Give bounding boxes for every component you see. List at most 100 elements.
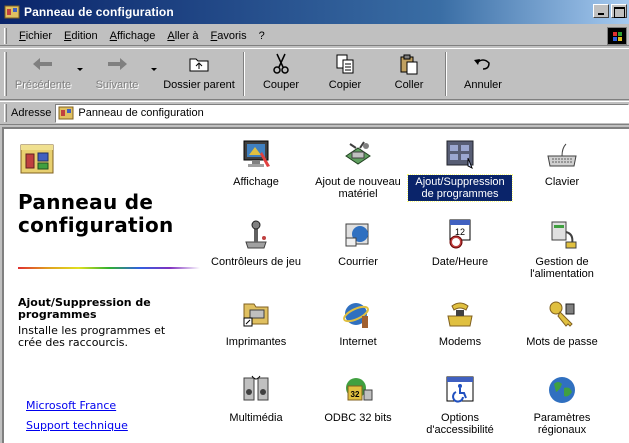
item-clavier[interactable]: Clavier (510, 137, 614, 189)
item-imprimantes[interactable]: Imprimantes (204, 297, 308, 349)
parent-folder-button[interactable]: Dossier parent (159, 49, 239, 97)
toolbar-separator (243, 52, 245, 96)
back-arrow-icon (31, 53, 55, 75)
address-field[interactable]: Panneau de configuration (55, 103, 629, 123)
svg-text:12: 12 (455, 227, 465, 237)
toolbar: Précédente Suivante Dossier parent Coupe… (0, 48, 629, 100)
windows-logo-icon (607, 27, 627, 45)
undo-button[interactable]: Annuler (451, 49, 515, 97)
control-panel-icon (58, 106, 74, 120)
paste-icon (397, 53, 421, 75)
item-label: Paramètres régionaux (533, 412, 591, 436)
multimedia-icon (239, 373, 273, 407)
item-alimentation[interactable]: Gestion de l'alimentation (510, 217, 614, 281)
accessibility-icon (443, 373, 477, 407)
items-grid: Affichage Ajout de nouveau matériel Ajou… (204, 129, 629, 443)
menu-grip[interactable] (4, 27, 7, 44)
regional-settings-icon (545, 373, 579, 407)
item-accessibilite[interactable]: Options d'accessibilité (408, 373, 512, 437)
link-support-technique[interactable]: Support technique (26, 419, 128, 432)
item-label: Affichage (233, 176, 279, 188)
printers-icon (239, 297, 273, 331)
content-area: Panneau de configuration Ajout/Suppressi… (2, 127, 629, 443)
keyboard-icon (545, 137, 579, 171)
address-grip[interactable] (4, 104, 7, 122)
forward-dropdown[interactable] (149, 49, 159, 97)
address-label: Adresse (11, 107, 52, 119)
forward-button[interactable]: Suivante (85, 49, 149, 97)
cut-button[interactable]: Couper (249, 49, 313, 97)
item-parametres-regionaux[interactable]: Paramètres régionaux (510, 373, 614, 437)
item-label: Modems (438, 336, 482, 348)
control-panel-icon (20, 144, 54, 174)
paste-button[interactable]: Coller (377, 49, 441, 97)
undo-icon (471, 53, 495, 75)
menu-fichier[interactable]: Fichier (13, 30, 58, 42)
item-label: Clavier (544, 176, 580, 188)
item-label: ODBC 32 bits (324, 412, 392, 424)
address-value: Panneau de configuration (78, 107, 204, 119)
item-odbc[interactable]: 32 ODBC 32 bits (306, 373, 410, 425)
svg-text:32: 32 (351, 390, 360, 399)
item-date-heure[interactable]: 12 Date/Heure (408, 217, 512, 269)
copy-icon (333, 53, 357, 75)
item-label: Contrôleurs de jeu (211, 256, 301, 268)
power-management-icon (545, 217, 579, 251)
modem-icon (443, 297, 477, 331)
menu-bar: Fichier Edition Affichage Aller à Favori… (0, 26, 629, 46)
window-title: Panneau de configuration (24, 5, 174, 19)
selected-item-title: Ajout/Suppression de programmes (18, 296, 151, 321)
add-hardware-icon (341, 137, 375, 171)
item-controleurs-jeu[interactable]: Contrôleurs de jeu (204, 217, 308, 269)
menu-aller-a[interactable]: Aller à (161, 30, 204, 42)
display-icon (239, 137, 273, 171)
item-label: Internet (339, 336, 377, 348)
copy-label: Copier (328, 79, 362, 91)
paste-label: Coller (394, 79, 424, 91)
add-remove-programs-icon (443, 137, 477, 171)
menu-help[interactable]: ? (253, 30, 271, 42)
date-time-icon: 12 (443, 217, 477, 251)
info-pane: Panneau de configuration Ajout/Suppressi… (4, 129, 204, 443)
menu-edition[interactable]: Edition (58, 30, 104, 42)
rainbow-divider (18, 267, 200, 269)
copy-button[interactable]: Copier (313, 49, 377, 97)
undo-label: Annuler (464, 79, 502, 91)
parent-folder-icon (187, 53, 211, 75)
menu-affichage[interactable]: Affichage (104, 30, 162, 42)
item-label: Gestion de l'alimentation (530, 256, 594, 280)
toolbar-separator-2 (445, 52, 447, 96)
title-bar[interactable]: Panneau de configuration (0, 0, 629, 24)
vertical-scrollbar[interactable] (621, 129, 629, 443)
item-label: Multimédia (229, 412, 283, 424)
item-ajout-suppression[interactable]: Ajout/Suppression de programmes (407, 137, 513, 202)
parent-folder-label: Dossier parent (163, 79, 235, 91)
selected-item-description: Installe les programmes et crée des racc… (18, 324, 166, 349)
link-microsoft-france[interactable]: Microsoft France (26, 399, 116, 412)
forward-label: Suivante (95, 79, 139, 91)
item-multimedia[interactable]: Multimédia (204, 373, 308, 425)
item-ajout-materiel[interactable]: Ajout de nouveau matériel (306, 137, 410, 201)
control-panel-icon (4, 5, 20, 19)
panel-title: Panneau de configuration (18, 190, 174, 237)
back-label: Précédente (14, 79, 72, 91)
toolbar-grip[interactable] (4, 52, 7, 96)
maximize-button[interactable] (611, 4, 627, 18)
item-modems[interactable]: Modems (408, 297, 512, 349)
menu-favoris[interactable]: Favoris (205, 30, 253, 42)
item-mots-de-passe[interactable]: Mots de passe (510, 297, 614, 349)
scissors-icon (269, 53, 293, 75)
forward-arrow-icon (105, 53, 129, 75)
item-internet[interactable]: Internet (306, 297, 410, 349)
back-dropdown[interactable] (75, 49, 85, 97)
back-button[interactable]: Précédente (11, 49, 75, 97)
odbc-icon: 32 (341, 373, 375, 407)
item-label: Ajout/Suppression de programmes (407, 174, 513, 202)
address-bar: Adresse Panneau de configuration (0, 101, 629, 125)
minimize-button[interactable] (593, 4, 609, 18)
item-label: Courrier (338, 256, 378, 268)
passwords-icon (545, 297, 579, 331)
cut-label: Couper (262, 79, 300, 91)
item-courrier[interactable]: Courrier (306, 217, 410, 269)
item-affichage[interactable]: Affichage (204, 137, 308, 189)
